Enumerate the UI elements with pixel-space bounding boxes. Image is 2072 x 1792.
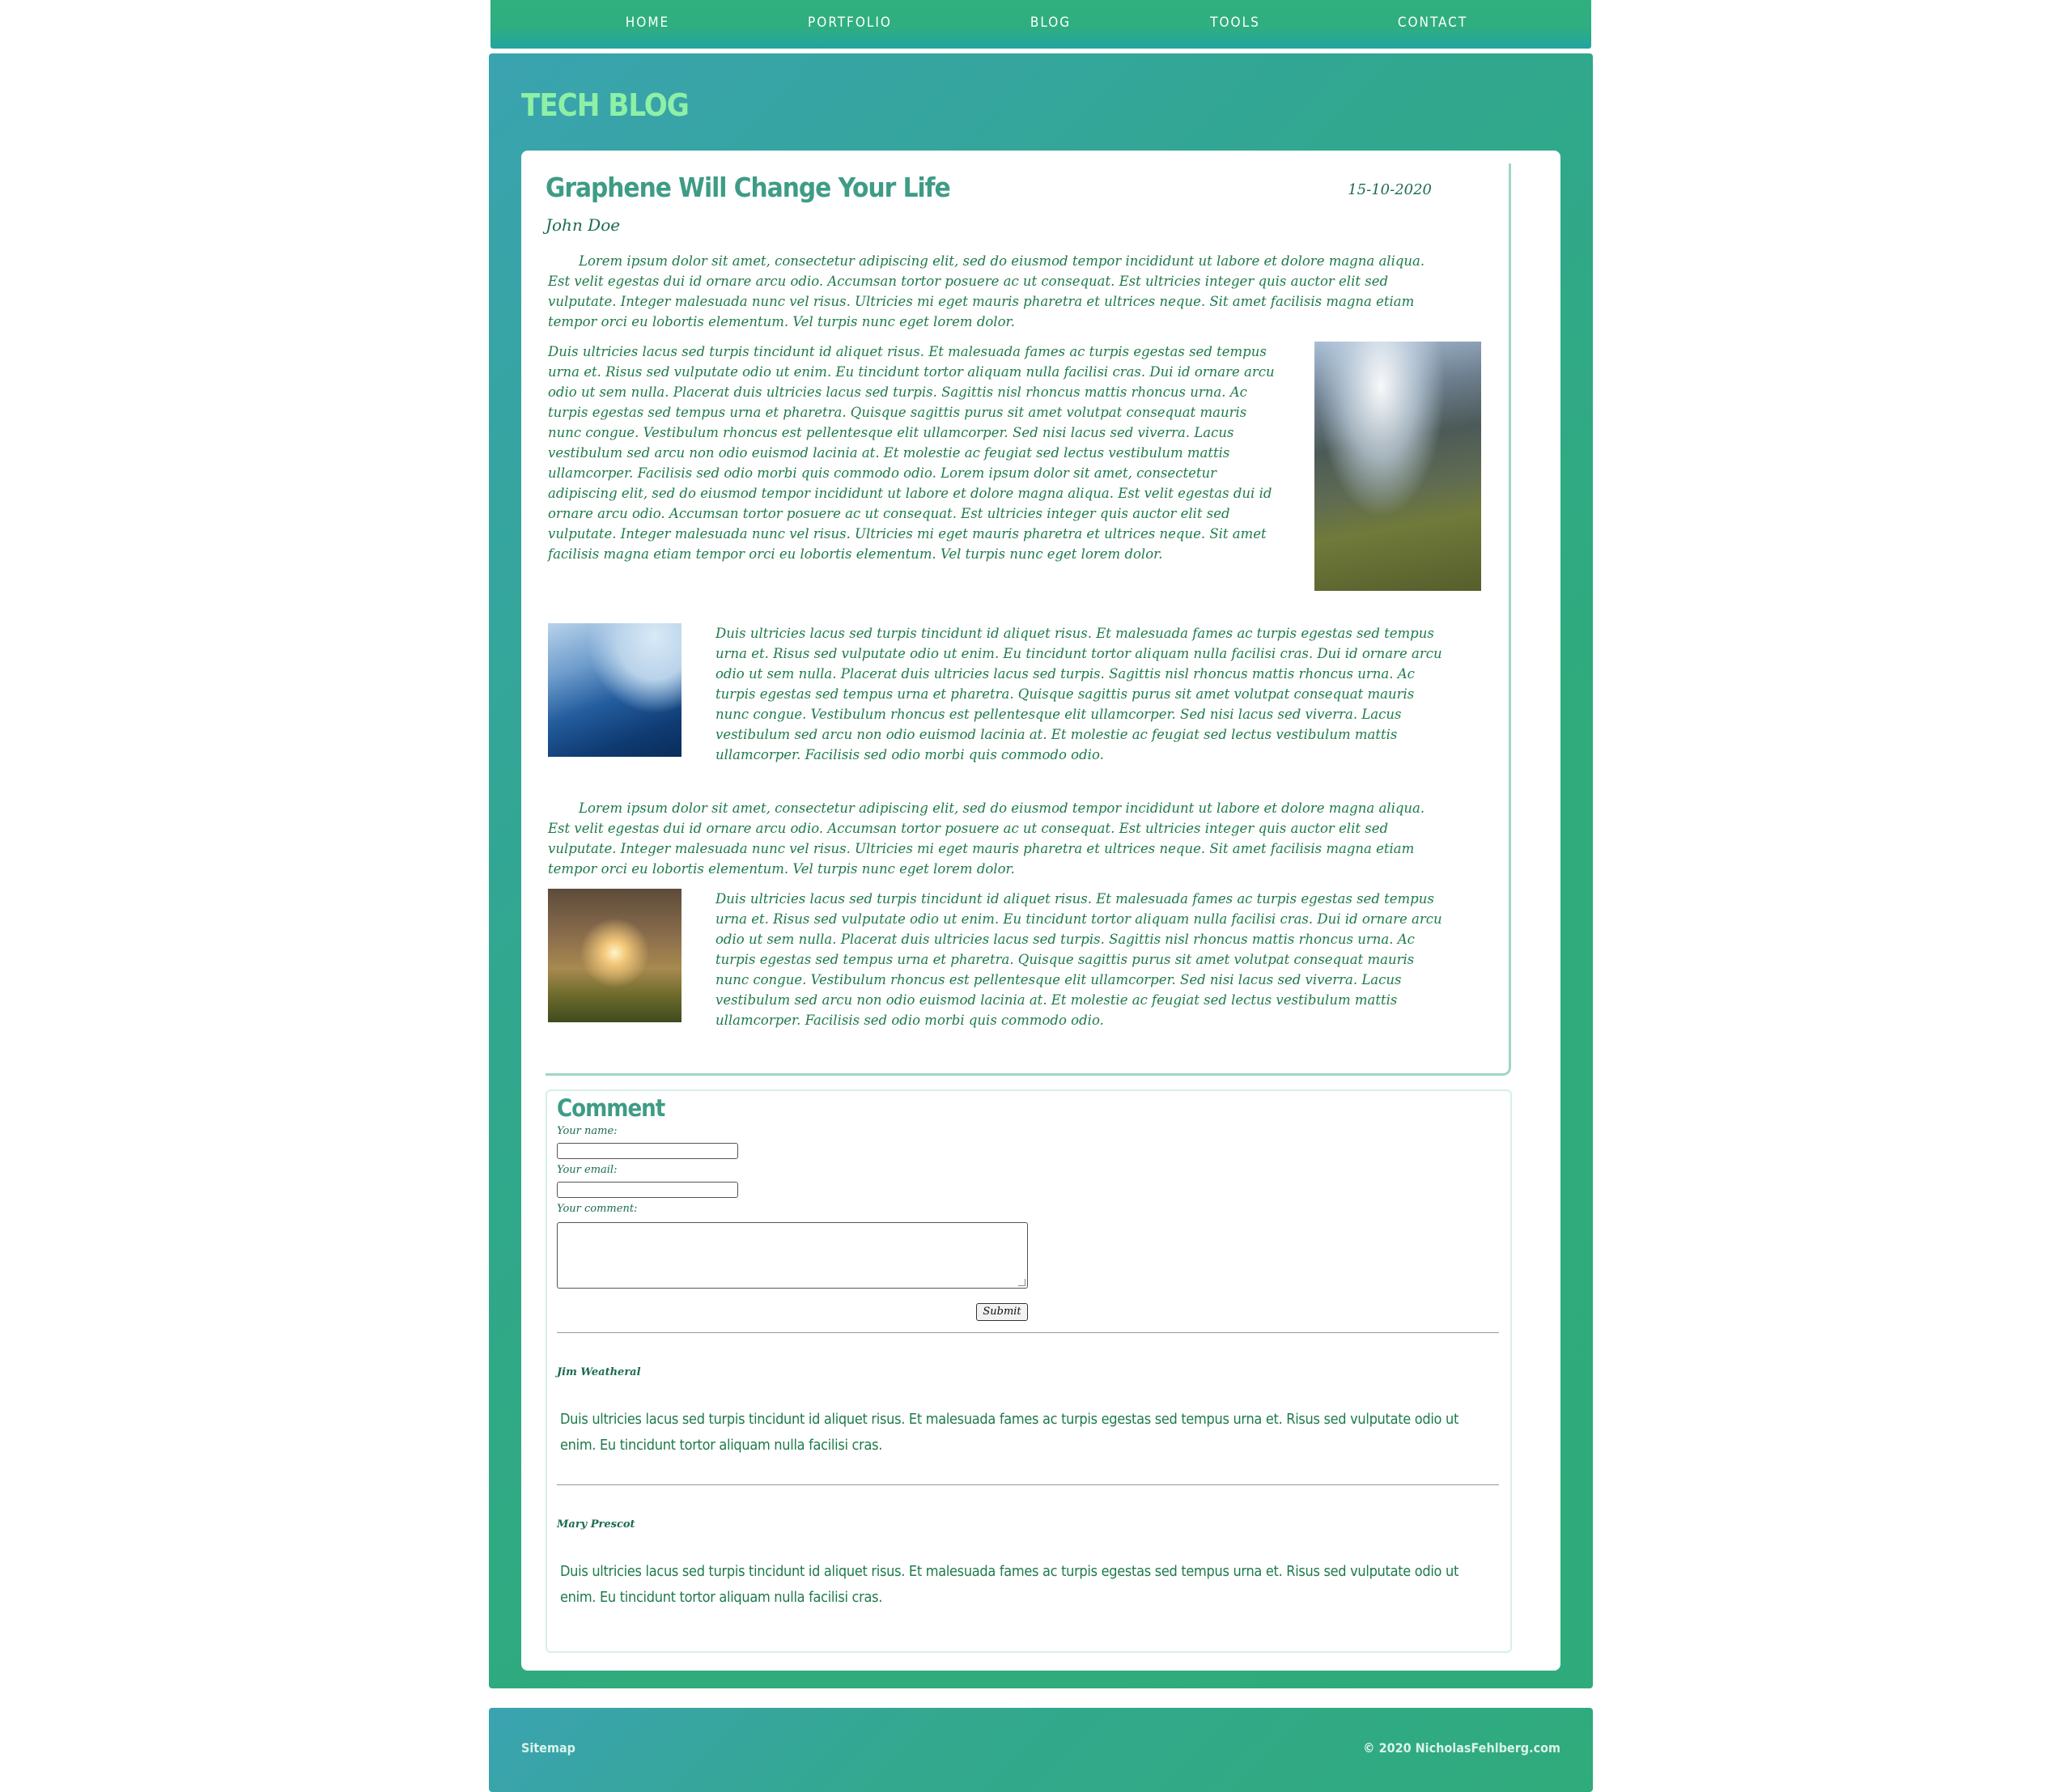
comment-section: Comment Your name: Your email: Your comm…	[546, 1089, 1512, 1653]
ocean-wave-photo	[548, 623, 681, 757]
nav-tools[interactable]: TOOLS	[1210, 0, 1260, 45]
sitemap-link[interactable]: Sitemap	[521, 1740, 575, 1756]
comment-heading: Comment	[557, 1094, 665, 1122]
article-title: Graphene Will Change Your Life	[546, 172, 951, 203]
comment-body: Duis ultricies lacus sed turpis tincidun…	[560, 1563, 1458, 1606]
article-paragraph: Duis ultricies lacus sed turpis tincidun…	[548, 344, 1275, 562]
divider	[557, 1332, 1499, 1333]
name-label: Your name:	[557, 1125, 618, 1137]
resize-handle-icon[interactable]	[1018, 1279, 1025, 1286]
site-title: TECH BLOG	[521, 87, 690, 123]
copyright-text: © 2020 NicholasFehlberg.com	[1363, 1740, 1560, 1756]
article-paragraph: Lorem ipsum dolor sit amet, consectetur …	[548, 253, 1425, 329]
article-paragraph: Duis ultricies lacus sed turpis tincidun…	[715, 891, 1442, 1028]
forest-sunset-photo	[548, 889, 681, 1022]
article-author[interactable]: John Doe	[546, 215, 620, 235]
mountain-photo	[1314, 342, 1481, 591]
comment-body: Duis ultricies lacus sed turpis tincidun…	[560, 1411, 1458, 1454]
main-panel: TECH BLOG Graphene Will Change Your Life…	[489, 53, 1593, 1688]
divider	[557, 1484, 1499, 1485]
comment-label: Your comment:	[557, 1203, 638, 1215]
site-footer: Sitemap © 2020 NicholasFehlberg.com	[489, 1708, 1593, 1792]
top-nav: HOME PORTFOLIO BLOG TOOLS CONTACT	[490, 0, 1591, 49]
comment-author: Mary Prescot	[557, 1518, 635, 1531]
comment-textarea[interactable]	[557, 1222, 1028, 1289]
nav-home[interactable]: HOME	[626, 0, 669, 45]
email-label: Your email:	[557, 1164, 618, 1176]
nav-portfolio[interactable]: PORTFOLIO	[808, 0, 892, 45]
nav-blog[interactable]: BLOG	[1030, 0, 1071, 45]
comment-author: Jim Weatheral	[557, 1366, 641, 1378]
article-paragraph: Duis ultricies lacus sed turpis tincidun…	[715, 626, 1442, 762]
email-input[interactable]	[557, 1182, 738, 1198]
submit-button[interactable]: Submit	[976, 1303, 1028, 1321]
article-date: 15-10-2020	[1348, 181, 1432, 198]
name-input[interactable]	[557, 1143, 738, 1159]
content-card: Graphene Will Change Your Life 15-10-202…	[521, 151, 1560, 1671]
nav-contact[interactable]: CONTACT	[1398, 0, 1467, 45]
article-paragraph: Lorem ipsum dolor sit amet, consectetur …	[548, 800, 1425, 877]
blog-article: Graphene Will Change Your Life 15-10-202…	[546, 163, 1511, 1076]
